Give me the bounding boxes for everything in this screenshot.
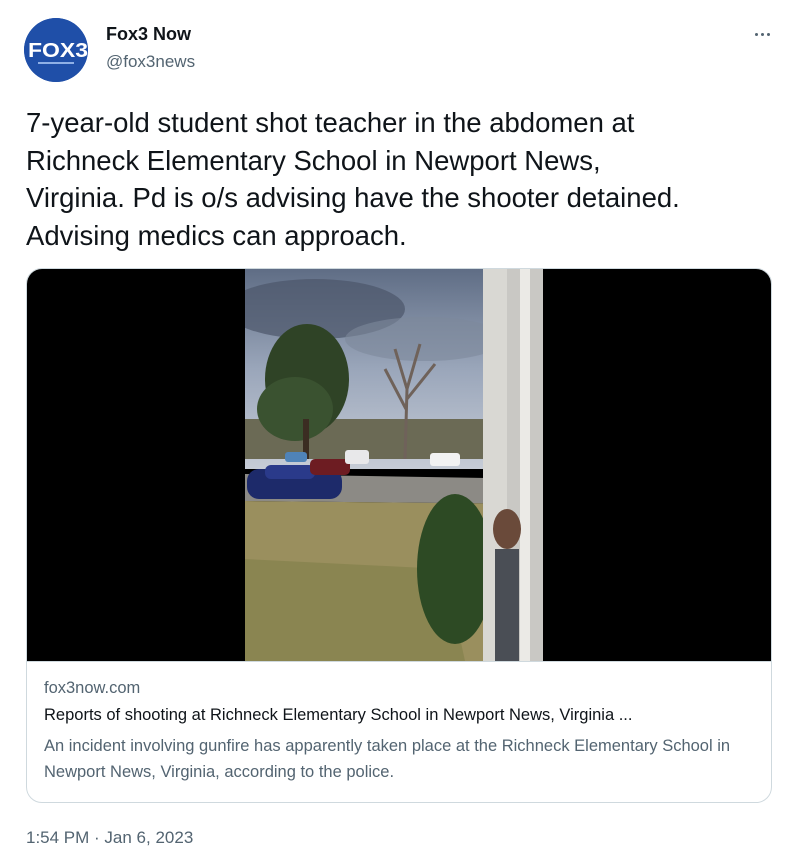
video-frame-image (245, 269, 543, 661)
tweet: FOX3 Fox3 Now @fox3news 7-year-old stude… (0, 0, 800, 868)
fox3-logo-icon: FOX3 (24, 18, 88, 82)
card-image[interactable] (27, 269, 771, 661)
tweet-timestamp[interactable]: 1:54 PM · Jan 6, 2023 (26, 828, 193, 848)
more-horizontal-icon (760, 32, 764, 36)
card-title: Reports of shooting at Richneck Elementa… (44, 706, 633, 724)
author-name[interactable]: Fox3 Now (106, 24, 191, 45)
card-domain: fox3now.com (44, 679, 141, 697)
card-body[interactable]: fox3now.com Reports of shooting at Richn… (27, 661, 771, 802)
more-options-button[interactable] (748, 22, 776, 46)
avatar[interactable]: FOX3 (24, 18, 88, 82)
link-card[interactable]: fox3now.com Reports of shooting at Richn… (26, 268, 772, 803)
more-horizontal-icon (766, 32, 770, 36)
more-horizontal-icon (754, 32, 758, 36)
card-description: An incident involving gunfire has appare… (44, 737, 731, 781)
tweet-text: 7-year-old student shot teacher in the a… (26, 107, 680, 251)
author-handle[interactable]: @fox3news (106, 52, 195, 72)
svg-text:FOX3: FOX3 (28, 40, 88, 62)
